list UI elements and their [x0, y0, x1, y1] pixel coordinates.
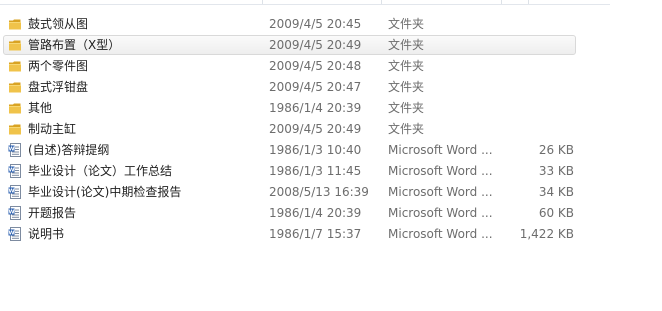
svg-text:W: W: [8, 147, 14, 153]
svg-text:W: W: [8, 210, 14, 216]
file-explorer-window: 鼓式领从图 2009/4/5 20:45 文件夹 管路布置（X型） 2009/4/5 2…: [0, 0, 662, 311]
file-size: 34 KB: [538, 185, 574, 199]
file-date-modified: 2009/4/5 20:49: [269, 122, 362, 136]
file-date-modified: 2009/4/5 20:48: [269, 59, 362, 73]
file-type: 文件夹: [388, 122, 425, 136]
file-row[interactable]: W 开题报告 1986/1/4 20:39 Microsoft Word ... 60 …: [0, 203, 662, 224]
file-row[interactable]: 管路布置（X型） 2009/4/5 20:49 文件夹: [0, 35, 662, 56]
folder-icon: [8, 59, 22, 73]
file-row[interactable]: W 说明书 1986/1/7 15:37 Microsoft Word ... 1,42…: [0, 224, 662, 245]
file-date-modified: 1986/1/7 15:37: [269, 227, 362, 241]
file-row[interactable]: 盘式浮钳盘 2009/4/5 20:47 文件夹: [0, 77, 662, 98]
file-name: 鼓式领从图: [28, 17, 89, 31]
file-row[interactable]: W (自述)答辩提纲 1986/1/3 10:40 Microsoft Word ..…: [0, 140, 662, 161]
file-date-modified: 1986/1/3 10:40: [269, 143, 362, 157]
word-document-icon: W: [8, 185, 22, 199]
file-size: 26 KB: [538, 143, 574, 157]
file-size: 1,422 KB: [519, 227, 574, 241]
svg-text:W: W: [8, 168, 14, 174]
file-row[interactable]: 制动主缸 2009/4/5 20:49 文件夹: [0, 119, 662, 140]
file-type: 文件夹: [388, 59, 425, 73]
file-name: 盘式浮钳盘: [28, 80, 89, 94]
word-document-icon: W: [8, 143, 22, 157]
file-name: 制动主缸: [28, 122, 77, 136]
file-type: 文件夹: [388, 38, 425, 52]
file-name: (自述)答辩提纲: [28, 143, 110, 157]
file-type: Microsoft Word ...: [388, 185, 493, 199]
file-name: 管路布置（X型）: [28, 38, 121, 52]
file-date-modified: 2008/5/13 16:39: [269, 185, 369, 199]
file-type: 文件夹: [388, 101, 425, 115]
file-row[interactable]: W 毕业设计(论文)中期检查报告 2008/5/13 16:39 Microsoft …: [0, 182, 662, 203]
file-date-modified: 2009/4/5 20:47: [269, 80, 362, 94]
file-row[interactable]: 其他 1986/1/4 20:39 文件夹: [0, 98, 662, 119]
column-divider[interactable]: [528, 0, 529, 4]
file-date-modified: 1986/1/4 20:39: [269, 101, 362, 115]
file-type: 文件夹: [388, 17, 425, 31]
column-divider[interactable]: [381, 0, 382, 4]
folder-icon: [8, 80, 22, 94]
file-row[interactable]: W 毕业设计（论文）工作总结 1986/1/3 11:45 Microsoft Wor…: [0, 161, 662, 182]
file-name: 毕业设计(论文)中期检查报告: [28, 185, 182, 199]
file-size: 60 KB: [538, 206, 574, 220]
folder-icon: [8, 17, 22, 31]
file-date-modified: 1986/1/3 11:45: [269, 164, 362, 178]
file-type: 文件夹: [388, 80, 425, 94]
file-name: 毕业设计（论文）工作总结: [28, 164, 173, 178]
folder-icon: [8, 38, 22, 52]
file-name: 说明书: [28, 227, 65, 241]
file-date-modified: 1986/1/4 20:39: [269, 206, 362, 220]
svg-text:W: W: [8, 231, 14, 237]
file-date-modified: 2009/4/5 20:45: [269, 17, 362, 31]
word-document-icon: W: [8, 227, 22, 241]
file-name: 其他: [28, 101, 53, 115]
column-header-strip[interactable]: [0, 0, 610, 5]
file-date-modified: 2009/4/5 20:49: [269, 38, 362, 52]
file-row[interactable]: 两个零件图 2009/4/5 20:48 文件夹: [0, 56, 662, 77]
file-list: 鼓式领从图 2009/4/5 20:45 文件夹 管路布置（X型） 2009/4/5 2…: [0, 14, 662, 245]
folder-icon: [8, 122, 22, 136]
file-type: Microsoft Word ...: [388, 164, 493, 178]
column-divider[interactable]: [262, 0, 263, 4]
folder-icon: [8, 101, 22, 115]
file-type: Microsoft Word ...: [388, 227, 493, 241]
svg-text:W: W: [8, 189, 14, 195]
column-divider[interactable]: [501, 0, 502, 4]
word-document-icon: W: [8, 164, 22, 178]
file-name: 两个零件图: [28, 59, 89, 73]
file-type: Microsoft Word ...: [388, 143, 493, 157]
file-size: 33 KB: [538, 164, 574, 178]
file-type: Microsoft Word ...: [388, 206, 493, 220]
file-row[interactable]: 鼓式领从图 2009/4/5 20:45 文件夹: [0, 14, 662, 35]
word-document-icon: W: [8, 206, 22, 220]
file-name: 开题报告: [28, 206, 77, 220]
